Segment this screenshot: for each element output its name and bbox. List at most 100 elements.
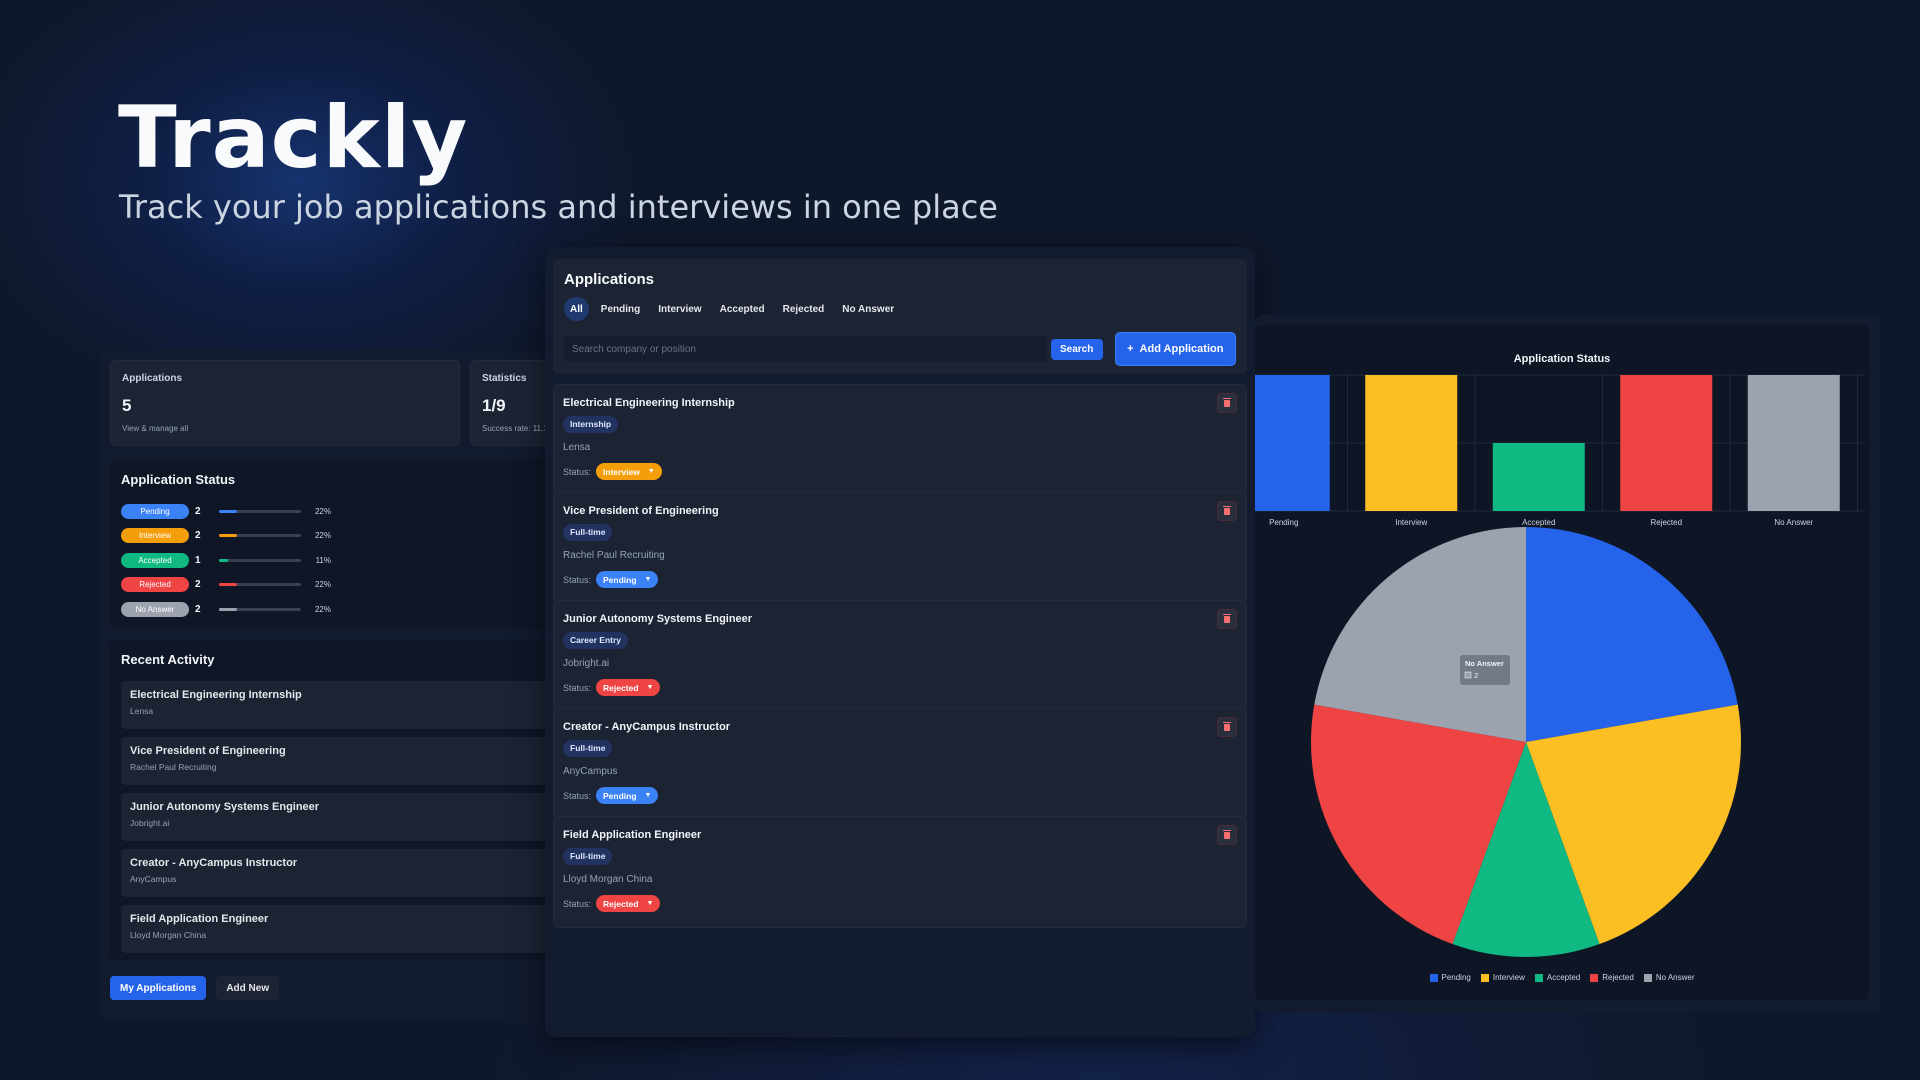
legend-item[interactable]: Rejected <box>1590 973 1634 982</box>
bar-no-answer[interactable] <box>1747 375 1840 511</box>
chevron-down-icon: ▼ <box>644 576 652 583</box>
stat-hint: View & manage all <box>122 424 189 433</box>
dashboard-panel: Applications 5 View & manage all Statist… <box>100 350 550 1022</box>
chevron-down-icon: ▼ <box>646 900 654 907</box>
activity-company: Lensa <box>130 706 154 716</box>
statistics-stat-card[interactable]: Statistics 1/9 Success rate: 11.1 <box>470 360 550 446</box>
status-dropdown[interactable]: Rejected ▼ <box>596 895 661 912</box>
status-dropdown[interactable]: Pending ▼ <box>596 787 659 804</box>
legend-item[interactable]: Interview <box>1480 973 1525 982</box>
tab-accepted[interactable]: Accepted <box>714 297 771 321</box>
status-dropdown[interactable]: Interview ▼ <box>596 463 662 480</box>
legend-label: Interview <box>1492 973 1525 982</box>
search-input[interactable] <box>564 336 1047 362</box>
job-type-badge: Career Entry <box>563 632 629 649</box>
activity-item[interactable]: Vice President of Engineering Rachel Paul… <box>121 737 549 785</box>
tooltip-value: 2 <box>1474 671 1478 680</box>
status-progress <box>219 583 301 587</box>
my-applications-button[interactable]: My Applications <box>110 976 207 1000</box>
add-application-button[interactable]: + Add Application <box>1114 332 1236 366</box>
bar-rejected[interactable] <box>1620 375 1713 511</box>
trash-icon <box>1223 829 1231 839</box>
application-card[interactable]: Field Application Engineer Full-time Lloyd… <box>553 816 1247 928</box>
status-count: 2 <box>195 603 201 615</box>
pie-slice-no-answer[interactable] <box>1314 527 1526 742</box>
application-title: Junior Autonomy Systems Engineer <box>563 613 753 625</box>
status-value: Pending <box>603 574 637 585</box>
application-title: Creator - AnyCampus Instructor <box>563 721 731 733</box>
status-charts: Pending Interview Accepted Rejected No Answe… <box>1255 374 1865 957</box>
legend-swatch <box>1643 973 1652 982</box>
delete-button[interactable] <box>1217 717 1237 737</box>
status-progress <box>219 509 301 513</box>
stat-label: Applications <box>122 373 183 384</box>
status-label: Status: <box>563 790 592 801</box>
status-label: Status: <box>563 898 592 909</box>
status-dropdown[interactable]: Rejected ▼ <box>596 679 661 696</box>
status-pill: Accepted <box>121 552 189 568</box>
status-progress-fill <box>219 607 238 611</box>
tab-no-answer[interactable]: No Answer <box>836 297 900 321</box>
status-value: Pending <box>603 790 637 801</box>
x-tick-label: Accepted <box>1522 518 1555 527</box>
bar-interview[interactable] <box>1365 375 1458 511</box>
status-row: Accepted 1 11% <box>121 548 549 573</box>
stat-label: Statistics <box>482 373 527 384</box>
bottom-nav: My Applications Add New <box>110 976 280 1000</box>
activity-title: Field Application Engineer <box>130 913 269 925</box>
x-tick-label: Rejected <box>1650 518 1682 527</box>
legend-swatch <box>1480 973 1489 982</box>
add-new-button[interactable]: Add New <box>216 976 280 1000</box>
delete-button[interactable] <box>1217 393 1237 413</box>
chevron-down-icon: ▼ <box>644 792 652 799</box>
bar-accepted[interactable] <box>1492 443 1585 511</box>
activity-company: AnyCampus <box>130 874 177 884</box>
status-percent: 22% <box>314 604 331 614</box>
delete-button[interactable] <box>1217 825 1237 845</box>
chart-legend: Pending Interview Accepted Rejected No Answe… <box>1255 973 1869 982</box>
tab-interview[interactable]: Interview <box>652 297 707 321</box>
applications-stat-card[interactable]: Applications 5 View & manage all <box>110 360 460 446</box>
search-button[interactable]: Search <box>1050 338 1103 360</box>
legend-item[interactable]: No Answer <box>1643 973 1695 982</box>
pie-slice-pending[interactable] <box>1526 527 1738 742</box>
application-card[interactable]: Junior Autonomy Systems Engineer Career E… <box>553 600 1247 712</box>
applications-panel: Applications All Pending Interview Accepted… <box>545 247 1255 1037</box>
status-progress-fill <box>219 534 238 538</box>
bar-pending[interactable] <box>1255 375 1330 511</box>
stat-value: 5 <box>122 396 132 415</box>
application-card[interactable]: Electrical Engineering Internship Interns… <box>553 384 1247 496</box>
tab-all[interactable]: All <box>564 297 589 321</box>
legend-item[interactable]: Accepted <box>1534 973 1580 982</box>
activity-item[interactable]: Junior Autonomy Systems Engineer Jobright… <box>121 793 549 841</box>
legend-swatch <box>1429 973 1438 982</box>
application-card[interactable]: Vice President of Engineering Full-time Ra… <box>553 492 1247 604</box>
delete-button[interactable] <box>1217 501 1237 521</box>
status-count: 2 <box>195 579 201 591</box>
job-type-badge: Internship <box>563 416 619 433</box>
company-name: Lensa <box>563 442 591 453</box>
activity-item[interactable]: Creator - AnyCampus Instructor AnyCampus <box>121 849 549 897</box>
company-name: Lloyd Morgan China <box>563 874 653 885</box>
company-name: AnyCampus <box>563 766 618 777</box>
status-percent: 22% <box>314 531 331 541</box>
legend-item[interactable]: Pending <box>1429 973 1471 982</box>
stat-value: 1/9 <box>482 396 506 415</box>
status-row: Rejected 2 22% <box>121 573 549 598</box>
status-row: Pending 2 22% <box>121 499 549 524</box>
delete-button[interactable] <box>1217 609 1237 629</box>
status-count: 1 <box>195 554 201 566</box>
section-title: Recent Activity <box>121 652 215 667</box>
activity-company: Jobright.ai <box>130 818 170 828</box>
status-dropdown[interactable]: Pending ▼ <box>596 571 659 588</box>
application-card[interactable]: Creator - AnyCampus Instructor Full-time A… <box>553 708 1247 820</box>
activity-title: Junior Autonomy Systems Engineer <box>130 801 320 813</box>
tab-pending[interactable]: Pending <box>595 297 646 321</box>
tab-rejected[interactable]: Rejected <box>777 297 831 321</box>
status-percent: 22% <box>314 506 331 516</box>
activity-item[interactable]: Field Application Engineer Lloyd Morgan C… <box>121 905 549 953</box>
chart-tooltip: No Answer 2 <box>1460 655 1510 685</box>
activity-item[interactable]: Electrical Engineering Internship Lensa <box>121 681 549 729</box>
status-percent: 11% <box>315 555 331 565</box>
status-pill: Interview <box>121 528 189 544</box>
